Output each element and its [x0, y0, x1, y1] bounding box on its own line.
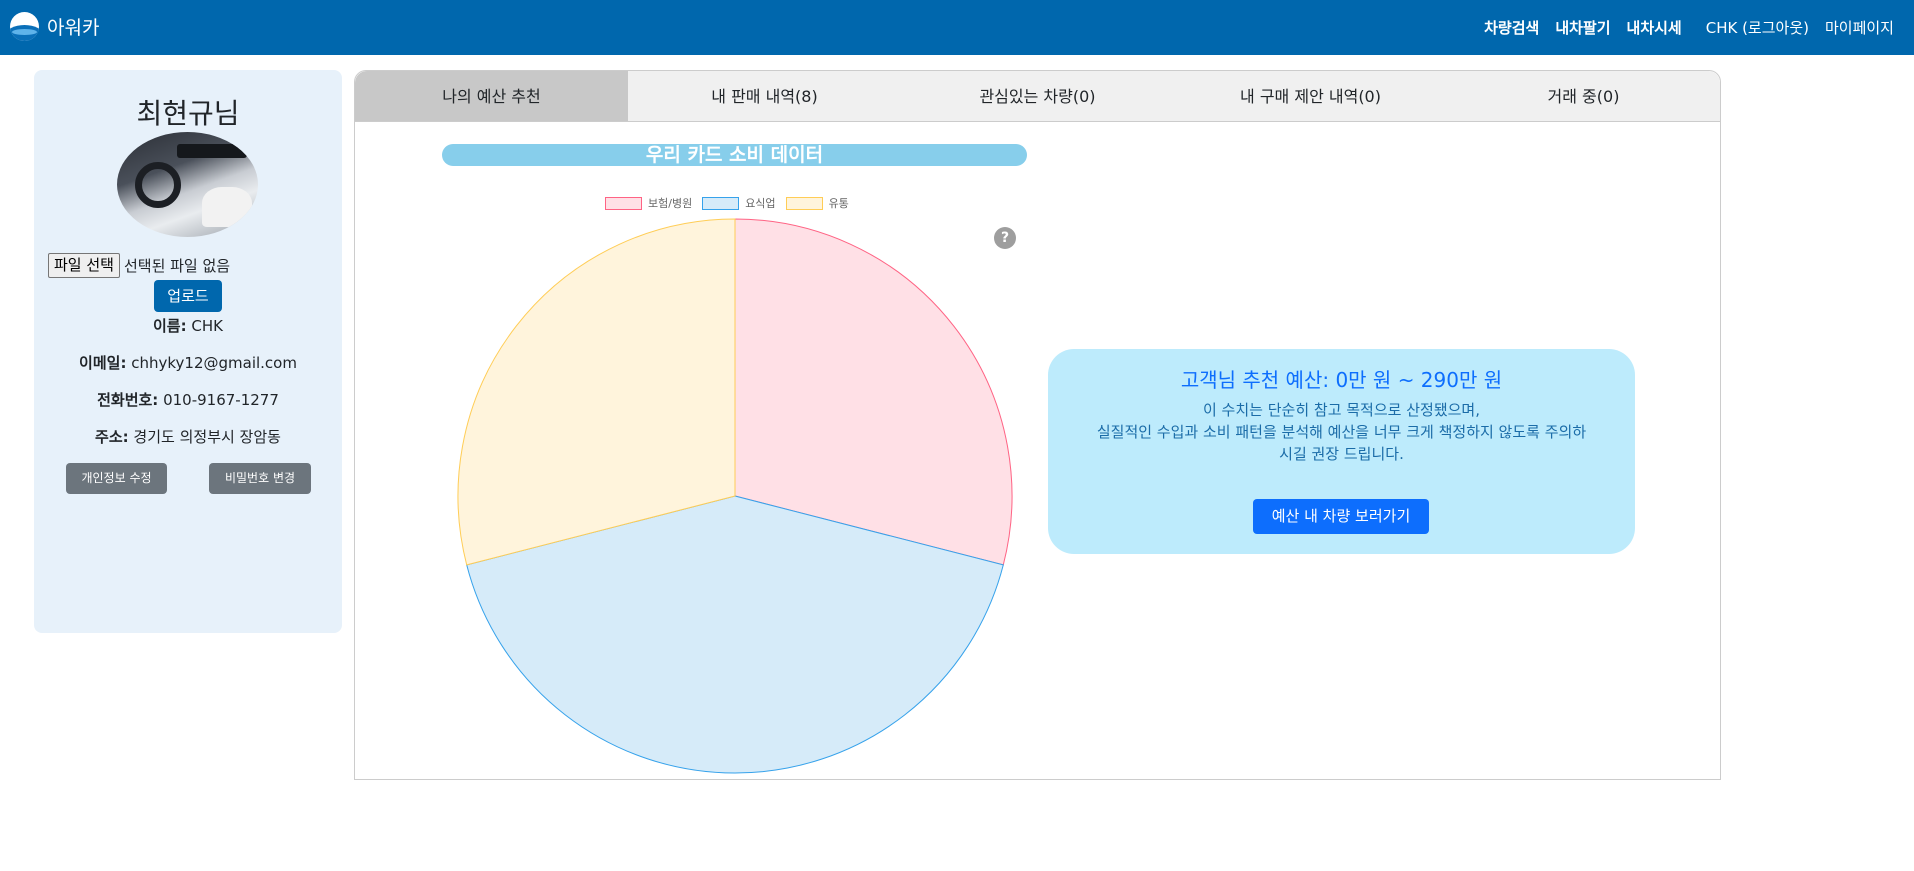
tab-in-progress[interactable]: 거래 중(0)	[1447, 71, 1720, 121]
tab-sales[interactable]: 내 판매 내역(8)	[628, 71, 901, 121]
nav-logout-link[interactable]: CHK (로그아웃)	[1706, 17, 1809, 38]
budget-recommendation-box: 고객님 추천 예산: 0만 원 ~ 290만 원 이 수치는 단순히 참고 목적…	[1048, 349, 1635, 554]
budget-title: 고객님 추천 예산: 0만 원 ~ 290만 원	[1180, 368, 1503, 392]
file-select-button[interactable]: 파일 선택	[48, 253, 120, 278]
profile-email-row: 이메일: chhyky12@gmail.com	[34, 352, 342, 373]
budget-desc-line-1: 이 수치는 단순히 참고 목적으로 산정됐으며,	[1202, 401, 1480, 419]
legend-swatch	[702, 196, 740, 210]
nav-right: 차량검색 내차팔기 내차시세 CHK (로그아웃) 마이페이지	[1468, 0, 1894, 55]
brand-link[interactable]: 아워카	[10, 12, 99, 41]
phone-label: 전화번호:	[97, 391, 159, 409]
legend-item[interactable]: 유통	[785, 195, 849, 211]
pie-chart	[457, 218, 1013, 774]
legend-label: 유통	[828, 197, 849, 210]
chart-title: 우리 카드 소비 데이터	[442, 144, 1027, 166]
main-card: 나의 예산 추천 내 판매 내역(8) 관심있는 차량(0) 내 구매 제안 내…	[354, 70, 1721, 780]
avatar	[117, 132, 258, 237]
profile-name-row: 이름: CHK	[34, 315, 342, 336]
profile-panel: 최현규님 파일 선택 선택된 파일 없음 업로드 이름: CHK 이메일: ch…	[34, 70, 342, 633]
email-label: 이메일:	[79, 354, 127, 372]
nav-link-sell[interactable]: 내차팔기	[1555, 17, 1610, 38]
help-icon[interactable]: ?	[994, 227, 1016, 249]
edit-profile-button[interactable]: 개인정보 수정	[66, 463, 167, 494]
file-input-row: 파일 선택 선택된 파일 없음	[48, 253, 230, 278]
tab-bar: 나의 예산 추천 내 판매 내역(8) 관심있는 차량(0) 내 구매 제안 내…	[355, 71, 1720, 122]
phone-value: 010-9167-1277	[163, 391, 279, 409]
tab-favorites[interactable]: 관심있는 차량(0)	[901, 71, 1174, 121]
chart-legend: 보험/병원 요식업 유통	[605, 195, 859, 211]
brand-name: 아워카	[47, 17, 100, 39]
legend-swatch	[605, 196, 642, 210]
address-label: 주소:	[95, 428, 129, 446]
tab-budget[interactable]: 나의 예산 추천	[355, 71, 628, 121]
budget-desc-line-3: 시길 권장 드립니다.	[1279, 445, 1404, 463]
view-cars-in-budget-button[interactable]: 예산 내 차량 보러가기	[1253, 499, 1429, 534]
brand-logo-icon	[10, 12, 39, 41]
nav-link-price[interactable]: 내차시세	[1627, 17, 1682, 38]
legend-item[interactable]: 보험/병원	[605, 195, 692, 211]
tab-purchase-offers[interactable]: 내 구매 제안 내역(0)	[1174, 71, 1447, 121]
legend-item[interactable]: 요식업	[702, 195, 776, 211]
nav-mypage-link[interactable]: 마이페이지	[1825, 17, 1894, 38]
profile-address-row: 주소: 경기도 의정부시 장암동	[34, 426, 342, 447]
upload-button[interactable]: 업로드	[154, 280, 222, 312]
name-value: CHK	[191, 317, 223, 335]
file-status: 선택된 파일 없음	[123, 257, 231, 275]
legend-label: 요식업	[745, 197, 776, 210]
profile-phone-row: 전화번호: 010-9167-1277	[34, 389, 342, 410]
legend-swatch	[785, 196, 823, 210]
email-value: chhyky12@gmail.com	[131, 354, 297, 372]
top-navbar: 아워카 차량검색 내차팔기 내차시세 CHK (로그아웃) 마이페이지	[0, 0, 1914, 55]
address-value: 경기도 의정부시 장암동	[133, 428, 281, 446]
profile-name: 최현규님	[136, 97, 240, 130]
budget-desc-line-2: 실질적인 수입과 소비 패턴을 분석해 예산을 너무 크게 책정하지 않도록 주…	[1096, 423, 1587, 441]
legend-label: 보험/병원	[648, 197, 693, 210]
nav-link-search[interactable]: 차량검색	[1484, 17, 1539, 38]
name-label: 이름:	[153, 317, 187, 335]
change-password-button[interactable]: 비밀번호 변경	[209, 463, 311, 494]
budget-description: 이 수치는 단순히 참고 목적으로 산정됐으며, 실질적인 수입과 소비 패턴을…	[1068, 399, 1615, 465]
